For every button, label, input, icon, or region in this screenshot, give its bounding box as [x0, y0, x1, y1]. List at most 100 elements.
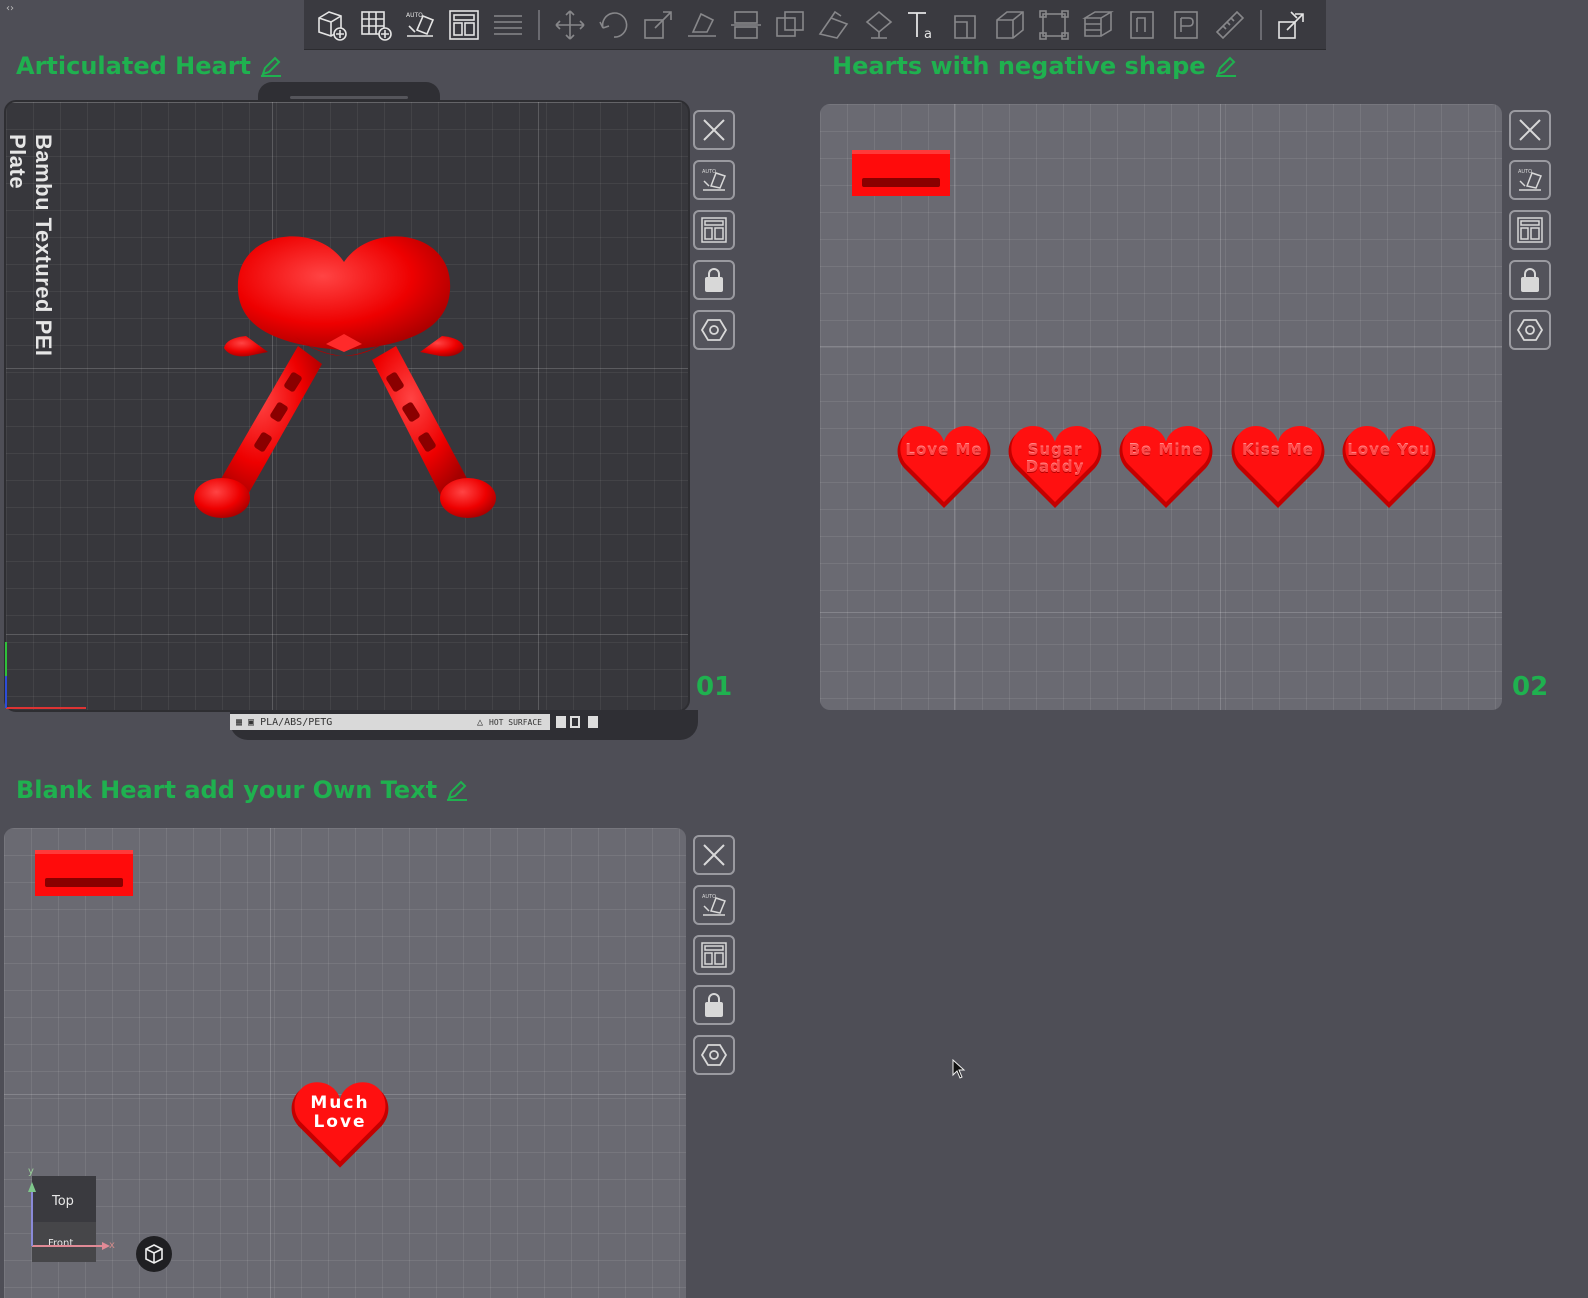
plate-title-text: Blank Heart add your Own Text: [16, 776, 438, 804]
prime-tower[interactable]: [852, 150, 950, 196]
edit-pencil-icon[interactable]: [445, 778, 469, 802]
plate-title-2[interactable]: Hearts with negative shape: [832, 52, 1238, 80]
heart-model[interactable]: Kiss Me: [1230, 424, 1326, 514]
auto-orient-plate-button[interactable]: AUTO: [693, 885, 735, 925]
heart-icon: [1231, 426, 1325, 508]
lay-on-face-icon[interactable]: [683, 6, 721, 44]
y-axis-label: y: [28, 1166, 34, 1177]
auto-orient-plate-button[interactable]: AUTO: [1509, 160, 1551, 200]
toolbar-separator: [538, 9, 540, 40]
toolbar-separator: [1260, 9, 1262, 40]
delete-plate-button[interactable]: [693, 110, 735, 150]
edit-pencil-icon[interactable]: [259, 54, 283, 78]
svg-text:AUTO: AUTO: [702, 169, 716, 175]
lock-icon: [705, 993, 723, 1017]
emboss-icon[interactable]: [947, 6, 985, 44]
orientation-axes: [28, 1182, 110, 1250]
plate-number: 02: [1512, 672, 1549, 702]
heart-model[interactable]: Be Mine: [1118, 424, 1214, 514]
heart-icon: [1342, 426, 1436, 508]
svg-text:AUTO: AUTO: [406, 12, 423, 19]
heart-label: Be Mine: [1128, 441, 1204, 459]
plate-settings-button[interactable]: [693, 310, 735, 350]
support-paint-icon[interactable]: [815, 6, 853, 44]
move-icon[interactable]: [551, 6, 589, 44]
arrange-icon[interactable]: [445, 6, 483, 44]
heart-model[interactable]: Love You: [1341, 424, 1437, 514]
seam-paint-icon[interactable]: [859, 6, 897, 44]
x-axis-label: x: [109, 1240, 115, 1251]
auto-orient-icon[interactable]: AUTO: [401, 6, 439, 44]
close-icon: [703, 844, 725, 866]
camera-view-button[interactable]: [136, 1236, 172, 1272]
plate-1-controls: AUTO: [693, 110, 737, 360]
plate-3-controls: AUTO: [693, 835, 737, 1085]
plate-settings-button[interactable]: [693, 1035, 735, 1075]
ruler-icon[interactable]: [1211, 6, 1249, 44]
svg-text:a: a: [924, 27, 932, 42]
split-parts-icon[interactable]: [1123, 6, 1161, 44]
cut-icon[interactable]: [727, 6, 765, 44]
arrange-plate-button[interactable]: [1509, 210, 1551, 250]
plate-mark-icon: [556, 716, 566, 728]
arrange-icon: [701, 217, 727, 243]
plate-footer: ▦ ▣ PLA/ABS/PETG △ HOT SURFACE: [230, 710, 698, 740]
heart-model[interactable]: Much Love: [290, 1080, 390, 1174]
material-label: PLA/ABS/PETG: [260, 716, 333, 728]
delete-plate-button[interactable]: [1509, 110, 1551, 150]
text-icon[interactable]: a: [903, 6, 941, 44]
auto-orient-plate-button[interactable]: AUTO: [693, 160, 735, 200]
lock-icon: [1521, 268, 1539, 292]
heart-label: Love Me: [905, 441, 983, 459]
collapse-sidebar-icon[interactable]: ‹›: [2, 2, 18, 16]
boolean-icon[interactable]: [771, 6, 809, 44]
delete-plate-button[interactable]: [693, 835, 735, 875]
heart-label: Much Love: [310, 1093, 370, 1132]
plate-material-strip: ▦ ▣ PLA/ABS/PETG △ HOT SURFACE: [230, 714, 550, 730]
edit-pencil-icon[interactable]: [1214, 54, 1238, 78]
heart-model[interactable]: Sugar Daddy: [1007, 424, 1103, 514]
auto-orient-icon: AUTO: [1518, 169, 1543, 191]
variable-layer-icon[interactable]: [1167, 6, 1205, 44]
warning-icon: △: [476, 716, 484, 728]
plate-title-text: Articulated Heart: [16, 52, 251, 80]
auto-orient-icon: AUTO: [702, 894, 727, 916]
svg-text:AUTO: AUTO: [702, 894, 716, 900]
plate-2-controls: AUTO: [1509, 110, 1553, 360]
lock-plate-button[interactable]: [1509, 260, 1551, 300]
heart-label: Sugar Daddy: [1025, 441, 1085, 476]
plate-settings-button[interactable]: [1509, 310, 1551, 350]
add-cube-icon[interactable]: [313, 6, 351, 44]
scale-icon[interactable]: [639, 6, 677, 44]
layers-icon[interactable]: [489, 6, 527, 44]
plate-title-3[interactable]: Blank Heart add your Own Text: [16, 776, 469, 804]
lock-plate-button[interactable]: [693, 260, 735, 300]
arrange-plate-button[interactable]: [693, 935, 735, 975]
heart-model[interactable]: Love Me: [896, 424, 992, 514]
arrange-icon: [701, 942, 727, 968]
add-grid-plate-icon[interactable]: [357, 6, 395, 44]
articulated-heart-model[interactable]: [186, 226, 502, 530]
view-cube-icon: [145, 1244, 163, 1264]
plate-mark-icon: [570, 716, 580, 728]
arrange-plate-button[interactable]: [693, 210, 735, 250]
assemble-view-icon[interactable]: [1273, 6, 1311, 44]
rotate-icon[interactable]: [595, 6, 633, 44]
measure-icon[interactable]: [991, 6, 1029, 44]
heart-icon: [897, 426, 991, 508]
auto-orient-icon: AUTO: [702, 169, 727, 191]
top-toolbar: AUTO a: [304, 0, 1326, 50]
plate-mark-icon: [588, 716, 598, 728]
bed-type-label: Bambu Textured PEI Plate: [5, 134, 56, 357]
plate-title-text: Hearts with negative shape: [832, 52, 1206, 80]
arrange-icon: [1517, 217, 1543, 243]
settings-hexagon-icon: [1516, 319, 1544, 341]
assembly-icon[interactable]: [1035, 6, 1073, 44]
prime-tower[interactable]: [35, 850, 133, 896]
svg-text:AUTO: AUTO: [1518, 169, 1532, 175]
settings-hexagon-icon: [700, 319, 728, 341]
split-objects-icon[interactable]: [1079, 6, 1117, 44]
plate-title-1[interactable]: Articulated Heart: [16, 52, 283, 80]
lock-plate-button[interactable]: [693, 985, 735, 1025]
close-icon: [703, 119, 725, 141]
